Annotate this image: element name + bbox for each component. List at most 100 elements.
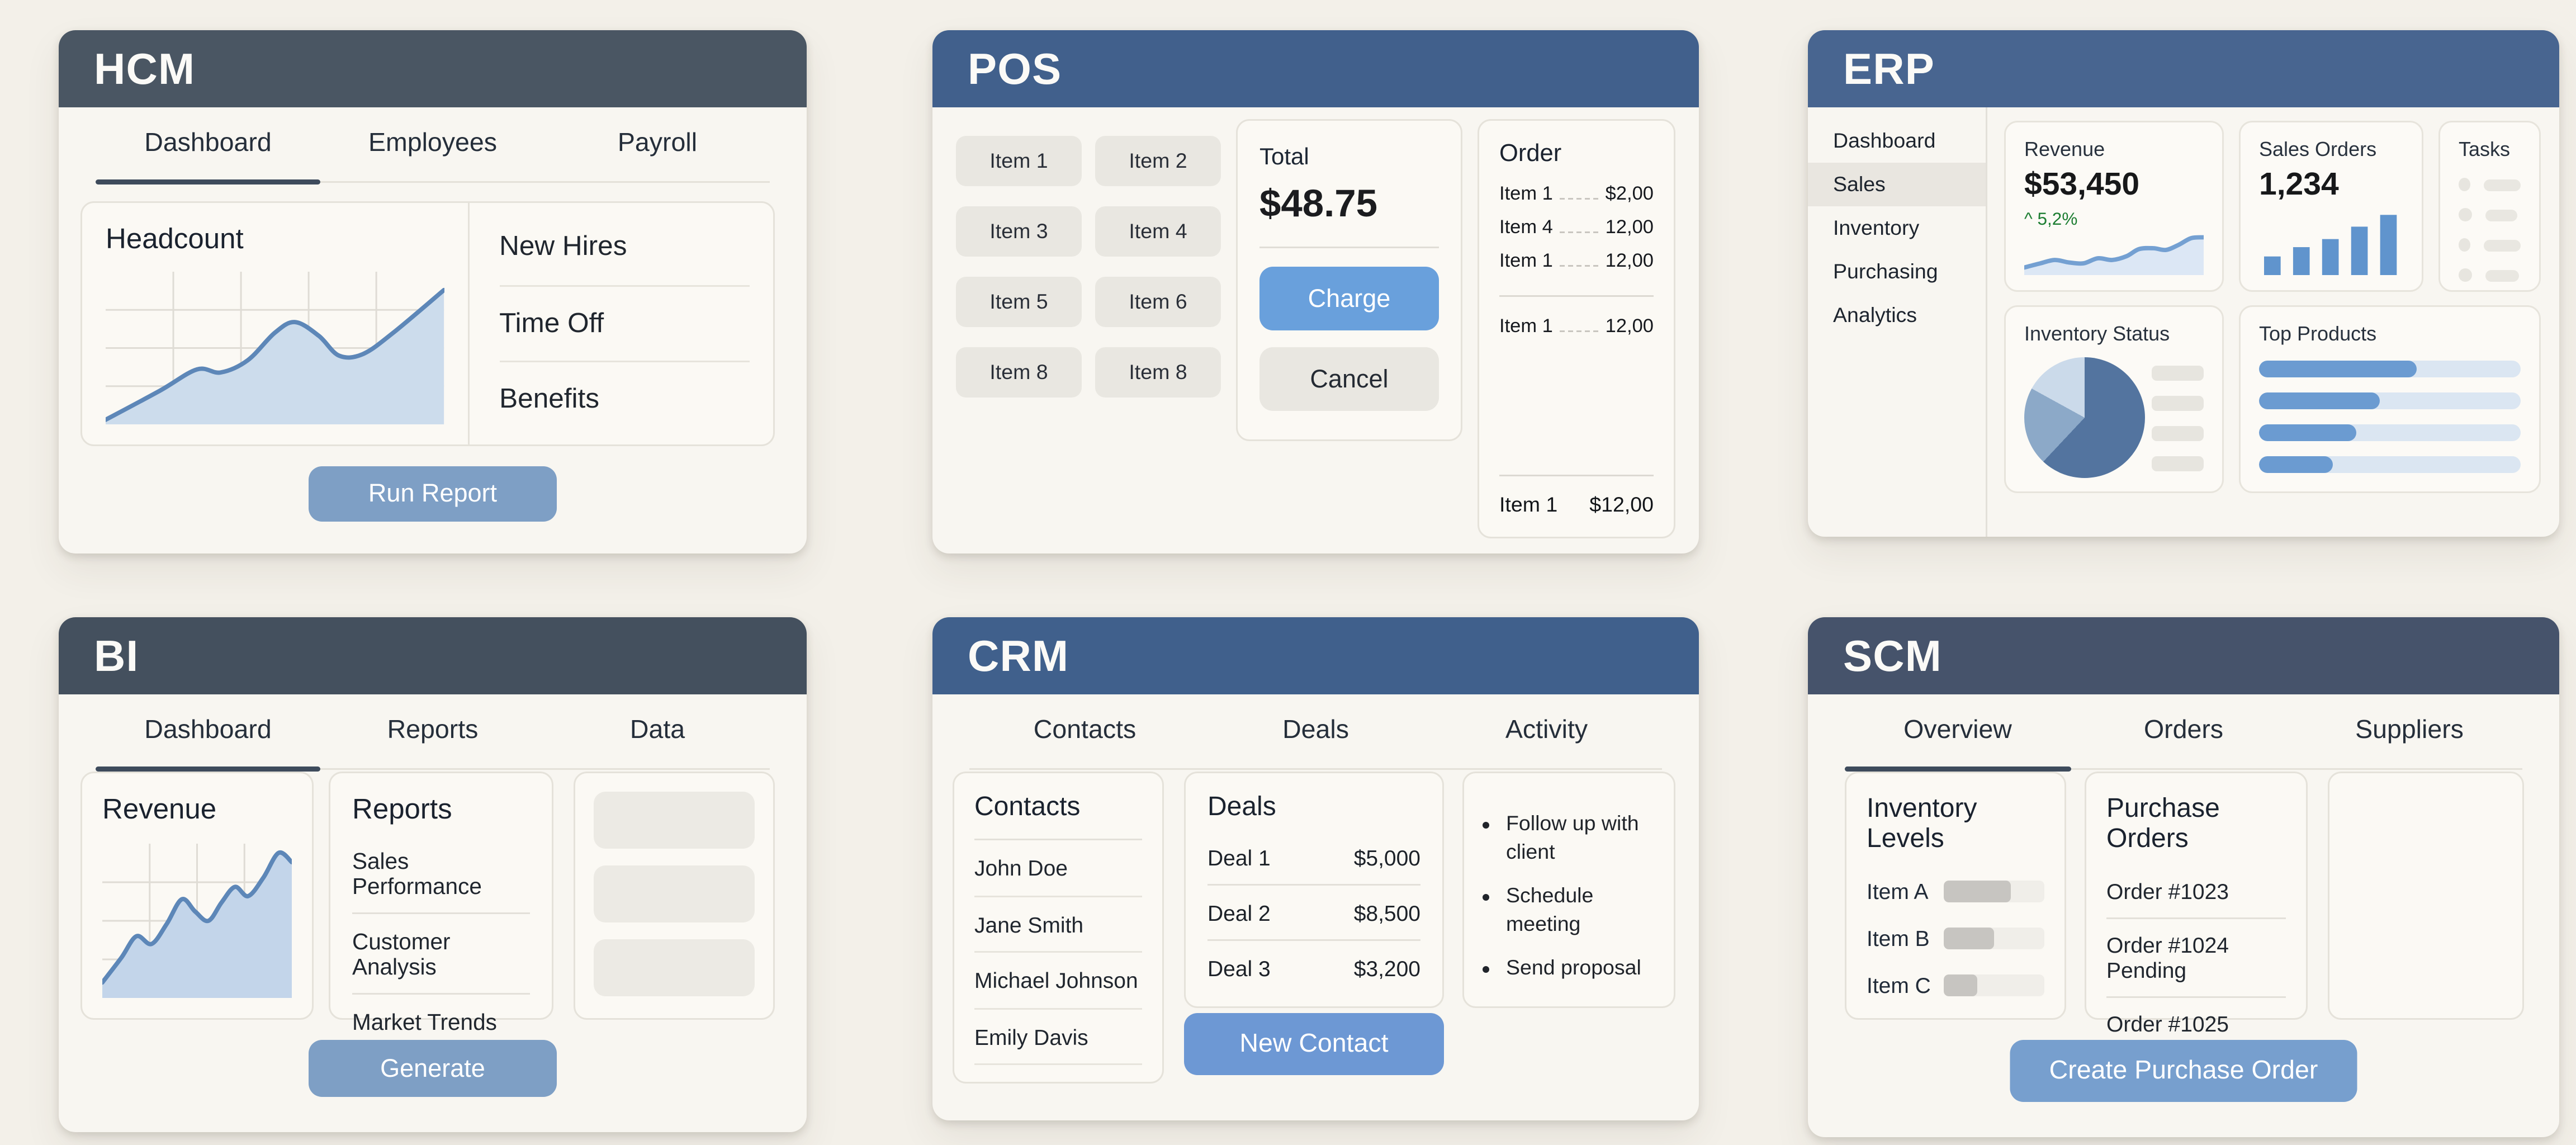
run-report-button[interactable]: Run Report (309, 466, 557, 522)
erp-sidebar-item-inventory[interactable]: Inventory (1808, 206, 1986, 250)
hcm-tab-employees[interactable]: Employees (320, 107, 545, 181)
crm-app-window: CRM Contacts Deals Activity Contacts Joh… (932, 617, 1699, 1120)
crm-tab-activity[interactable]: Activity (1431, 694, 1662, 768)
report-item-customer-analysis[interactable]: Customer Analysis (352, 912, 530, 993)
crm-contacts-title: Contacts (974, 793, 1142, 840)
inventory-status-title: Inventory Status (2024, 322, 2204, 346)
hcm-tab-payroll[interactable]: Payroll (545, 107, 770, 181)
inventory-item-label: Item C (1867, 973, 1944, 998)
erp-sidebar-item-sales[interactable]: Sales (1808, 163, 1986, 206)
crm-tab-contacts[interactable]: Contacts (969, 694, 1200, 768)
sales-orders-bar-chart (2265, 213, 2397, 275)
contact-row-jane-smith[interactable]: Jane Smith (974, 897, 1142, 953)
inventory-levels-panel: Inventory Levels Item A Item B Item C (1845, 772, 2066, 1020)
activity-item: Follow up with client (1506, 810, 1654, 867)
inventory-row: Item A (1867, 879, 2044, 904)
generate-button[interactable]: Generate (309, 1040, 557, 1097)
pos-item-button-2[interactable]: Item 2 (1095, 136, 1221, 186)
hcm-quick-links: New Hires Time Off Benefits (469, 203, 773, 444)
activity-list: Follow up with client Schedule meeting S… (1481, 810, 1654, 982)
scm-tab-orders[interactable]: Orders (2071, 694, 2296, 768)
inventory-levels-title: Inventory Levels (1867, 795, 2044, 855)
pos-item-button-1[interactable]: Item 1 (956, 136, 1082, 186)
hcm-link-time-off[interactable]: Time Off (499, 285, 750, 361)
order-item-name: Item 1 (1499, 252, 1553, 272)
pos-item-button-5[interactable]: Item 5 (956, 277, 1082, 327)
task-skeleton-bar (2484, 179, 2521, 191)
order-total-price: $12,00 (1589, 493, 1654, 517)
scm-tab-overview[interactable]: Overview (1845, 694, 2071, 768)
dotted-leader (1560, 330, 1599, 332)
scm-tab-suppliers[interactable]: Suppliers (2296, 694, 2522, 768)
pos-order-title: Order (1499, 141, 1654, 168)
bi-revenue-title: Revenue (102, 793, 292, 827)
task-skeleton-row (2459, 208, 2521, 221)
bi-app-window: BI Dashboard Reports Data Revenue Report… (59, 617, 807, 1132)
task-bullet-dot (2459, 268, 2472, 282)
contact-row-emily-davis[interactable]: Emily Davis (974, 1009, 1142, 1066)
crm-deals-title: Deals (1208, 793, 1420, 824)
skeleton-bar (2152, 425, 2204, 441)
scm-app-title: SCM (1843, 630, 1942, 682)
divider (1499, 475, 1654, 476)
task-bullet-dot (2459, 238, 2470, 252)
deal-value: $8,500 (1354, 900, 1420, 925)
purchase-order-number: Order #1025 (2106, 1011, 2229, 1037)
crm-tab-deals[interactable]: Deals (1200, 694, 1431, 768)
task-skeleton-row (2459, 238, 2521, 252)
purchase-orders-panel: Purchase Orders Order #1023 Order #1024 … (2085, 772, 2308, 1020)
dotted-leader (1560, 265, 1599, 267)
charge-button[interactable]: Charge (1259, 267, 1439, 330)
deal-value: $5,000 (1354, 845, 1420, 870)
deal-name: Deal 1 (1208, 845, 1271, 870)
contact-row-michael-johnson[interactable]: Michael Johnson (974, 953, 1142, 1009)
report-item-sales-performance[interactable]: Sales Performance (352, 834, 530, 912)
inventory-item-label: Item B (1867, 926, 1944, 951)
erp-sidebar-item-purchasing[interactable]: Purchasing (1808, 250, 1986, 294)
pos-item-button-4[interactable]: Item 4 (1095, 206, 1221, 257)
pos-app-window: POS Item 1 Item 2 Item 3 Item 4 Item 5 I… (932, 30, 1699, 553)
deal-value: $3,200 (1354, 955, 1420, 981)
order-item-price: 12,00 (1606, 218, 1654, 238)
pos-item-button-3[interactable]: Item 3 (956, 206, 1082, 257)
hcm-link-benefits[interactable]: Benefits (499, 361, 750, 438)
deal-row[interactable]: Deal 1 $5,000 (1208, 830, 1420, 884)
bi-tab-data[interactable]: Data (545, 694, 770, 768)
pos-item-button-6[interactable]: Item 6 (1095, 277, 1221, 327)
sales-orders-stat-card: Sales Orders 1,234 (2239, 121, 2423, 292)
hcm-link-new-hires[interactable]: New Hires (499, 210, 750, 285)
divider (1499, 295, 1654, 297)
bi-tab-dashboard[interactable]: Dashboard (96, 694, 320, 768)
headcount-area-chart (106, 272, 444, 424)
cancel-button[interactable]: Cancel (1259, 347, 1439, 411)
create-purchase-order-button[interactable]: Create Purchase Order (2010, 1040, 2357, 1102)
revenue-value: $53,450 (2024, 168, 2204, 205)
hcm-tab-bar: Dashboard Employees Payroll (96, 107, 770, 183)
headcount-title: Headcount (106, 223, 444, 257)
inventory-pie-chart (2024, 357, 2145, 478)
deal-row[interactable]: Deal 3 $3,200 (1208, 939, 1420, 995)
erp-app-title: ERP (1843, 43, 1935, 95)
inventory-level-track (1944, 974, 2044, 996)
inventory-level-fill (1944, 881, 2010, 902)
erp-sidebar-item-dashboard[interactable]: Dashboard (1808, 119, 1986, 163)
pos-item-button-7[interactable]: Item 8 (956, 347, 1082, 398)
pos-item-button-8[interactable]: Item 8 (1095, 347, 1221, 398)
bi-reports-title: Reports (352, 793, 530, 827)
pos-app-title: POS (968, 43, 1062, 95)
purchase-order-row-1024[interactable]: Order #1024 Pending (2106, 917, 2286, 996)
scm-header-bar: SCM (1808, 617, 2559, 694)
new-contact-button[interactable]: New Contact (1184, 1013, 1444, 1075)
bi-header-bar: BI (59, 617, 807, 694)
deal-row[interactable]: Deal 2 $8,500 (1208, 884, 1420, 939)
purchase-order-row-1023[interactable]: Order #1023 (2106, 865, 2286, 917)
bi-revenue-panel: Revenue (80, 772, 314, 1020)
hcm-tab-dashboard[interactable]: Dashboard (96, 107, 320, 181)
bi-tab-reports[interactable]: Reports (320, 694, 545, 768)
crm-deals-panel: Deals Deal 1 $5,000 Deal 2 $8,500 Deal 3… (1184, 772, 1444, 1008)
contact-row-john-doe[interactable]: John Doe (974, 840, 1142, 897)
erp-sidebar-item-analytics[interactable]: Analytics (1808, 294, 1986, 337)
crm-contacts-panel: Contacts John Doe Jane Smith Michael Joh… (953, 772, 1164, 1084)
crm-header-bar: CRM (932, 617, 1699, 694)
revenue-stat-card: Revenue $53,450 ^ 5,2% (2004, 121, 2224, 292)
